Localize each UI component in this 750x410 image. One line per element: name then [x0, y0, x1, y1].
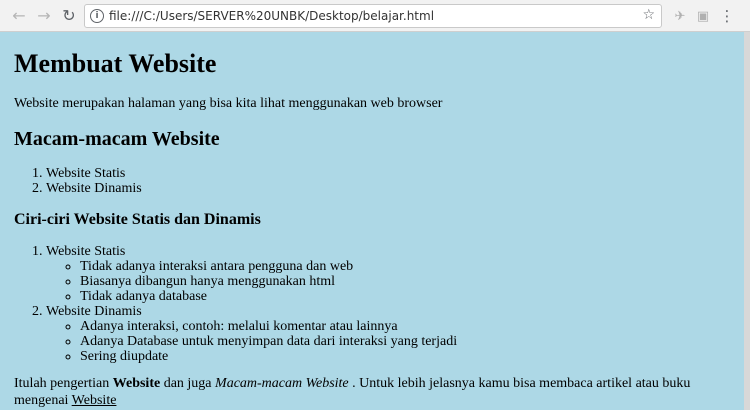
back-button[interactable]: ← — [8, 5, 30, 27]
list-item: Sering diupdate — [80, 349, 457, 364]
reload-icon: ↻ — [62, 6, 76, 25]
website-link[interactable]: Website — [72, 393, 117, 408]
closing-italic: Macam-macam Website — [215, 376, 349, 391]
info-icon[interactable]: i — [90, 9, 104, 23]
list-item: Tidak adanya interaksi antara pengguna d… — [80, 259, 457, 274]
list-item: Website Statis — [46, 166, 142, 181]
list-item: Adanya interaksi, contoh: melalui koment… — [80, 319, 457, 334]
forward-button[interactable]: → — [33, 5, 55, 27]
menu-dots-icon[interactable]: ⋮ — [718, 7, 736, 25]
characteristics-list: Website Statis Tidak adanya interaksi an… — [46, 244, 457, 364]
list-item: Website Dinamis — [46, 181, 142, 196]
arrow-right-icon: → — [37, 6, 51, 25]
scrollbar[interactable] — [744, 32, 750, 410]
website-types-list: Website Statis Website Dinamis — [46, 166, 142, 196]
address-bar[interactable]: i file:///C:/Users/SERVER%20UNBK/Desktop… — [84, 4, 662, 28]
intro-paragraph: Website merupakan halaman yang bisa kita… — [14, 96, 443, 111]
arrow-left-icon: ← — [12, 6, 26, 25]
list-item: Biasanya dibangun hanya menggunakan html — [80, 274, 457, 289]
camera-icon[interactable]: ▣ — [694, 7, 712, 25]
url-text[interactable]: file:///C:/Users/SERVER%20UNBK/Desktop/b… — [109, 9, 434, 23]
closing-text-1: Itulah pengertian — [14, 376, 113, 391]
static-label: Website Statis — [46, 244, 126, 259]
dynamic-features-list: Adanya interaksi, contoh: melalui koment… — [46, 319, 457, 364]
section-heading-types: Macam-macam Website — [14, 128, 220, 150]
page-title: Membuat Website — [14, 49, 217, 78]
static-features-list: Tidak adanya interaksi antara pengguna d… — [46, 259, 457, 304]
browser-toolbar: ← → ↻ i file:///C:/Users/SERVER%20UNBK/D… — [0, 0, 750, 32]
browser-window: ← → ↻ i file:///C:/Users/SERVER%20UNBK/D… — [0, 0, 750, 410]
dynamic-label: Website Dinamis — [46, 304, 142, 319]
list-item: Tidak adanya database — [80, 289, 457, 304]
reload-button[interactable]: ↻ — [58, 5, 80, 27]
list-item: Adanya Database untuk menyimpan data dar… — [80, 334, 457, 349]
list-item-dynamic: Website Dinamis Adanya interaksi, contoh… — [46, 304, 457, 364]
closing-paragraph: Itulah pengertian Website dan juga Macam… — [14, 375, 736, 409]
extension-icon[interactable]: ✈ — [671, 7, 689, 25]
list-item-static: Website Statis Tidak adanya interaksi an… — [46, 244, 457, 304]
closing-bold: Website — [112, 376, 161, 391]
page-content: Membuat Website Website merupakan halama… — [0, 32, 750, 410]
bookmark-star-icon[interactable]: ☆ — [642, 7, 655, 23]
section-heading-characteristics: Ciri-ciri Website Statis dan Dinamis — [14, 211, 261, 228]
closing-text-2: dan juga — [160, 376, 216, 391]
